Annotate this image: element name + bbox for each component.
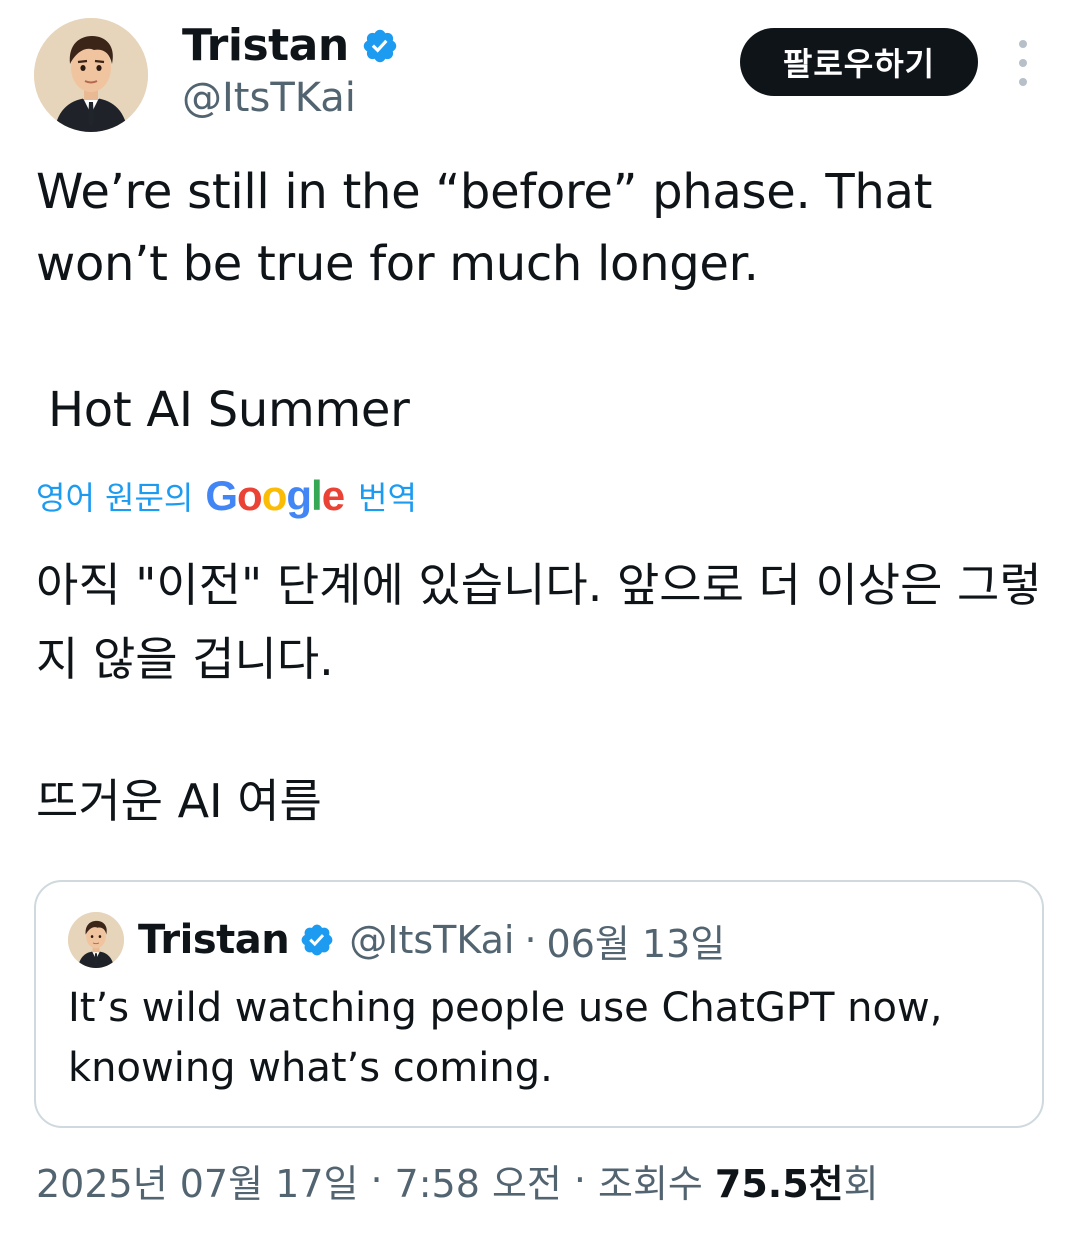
more-dot (1019, 40, 1027, 48)
tweet-meta: 2025년 07월 17일 · 7:58 오전 · 조회수 75.5천 회 (36, 1152, 879, 1208)
more-vertical-icon[interactable] (1008, 40, 1038, 86)
views-unit: 회 (843, 1161, 879, 1206)
translation-prefix: 영어 원문의 (36, 479, 194, 517)
follow-button[interactable]: 팔로우하기 (740, 28, 978, 96)
meta-separator: · (573, 1158, 586, 1202)
avatar-illustration-icon (34, 18, 148, 132)
quoted-tweet-text: It’s wild watching people use ChatGPT no… (68, 985, 943, 1091)
quoted-separator: · (524, 918, 537, 962)
author-display-name[interactable]: Tristan (182, 20, 349, 72)
tweet-date[interactable]: 2025년 07월 17일 (36, 1153, 358, 1208)
quoted-author-avatar (68, 912, 124, 968)
translation-attribution[interactable]: 영어 원문의 Google 번역 (36, 470, 417, 522)
tweet-text-line: Hot AI Summer (48, 382, 410, 438)
verified-badge-icon (301, 924, 333, 956)
author-handle[interactable]: @ItsTKai (182, 74, 356, 122)
translated-text: 아직 "이전" 단계에 있습니다. 앞으로 더 이상은 그렇지 않을 겁니다. (36, 558, 1042, 686)
quoted-author-name: Tristan (138, 917, 290, 963)
quoted-tweet-date: 06월 13일 (546, 921, 726, 966)
author-avatar[interactable] (34, 18, 148, 132)
tweet-text: We’re still in the “before” phase. That … (36, 164, 933, 292)
quoted-tweet-card[interactable]: Tristan @ItsTKai · 06월 13일 It’s wild wat… (34, 880, 1044, 1128)
more-dot (1019, 78, 1027, 86)
translation-suffix: 번역 (358, 479, 417, 517)
verified-badge-icon (363, 29, 396, 63)
meta-separator: · (370, 1158, 383, 1202)
views-label: 조회수 (597, 1161, 703, 1206)
views-count[interactable]: 75.5천 (715, 1153, 844, 1208)
tweet-time[interactable]: 7:58 오전 (395, 1153, 562, 1208)
google-logo: Google (205, 472, 345, 519)
tweet-header: Tristan @ItsTKai 팔로우하기 (0, 0, 1080, 140)
avatar-illustration-icon (68, 912, 124, 968)
author-name-row: Tristan (182, 18, 399, 74)
quoted-tweet-header: Tristan @ItsTKai · 06월 13일 (68, 910, 725, 970)
quoted-author-handle: @ItsTKai (349, 918, 515, 962)
more-dot (1019, 59, 1027, 67)
translated-text-line: 뜨거운 AI 여름 (36, 774, 322, 828)
